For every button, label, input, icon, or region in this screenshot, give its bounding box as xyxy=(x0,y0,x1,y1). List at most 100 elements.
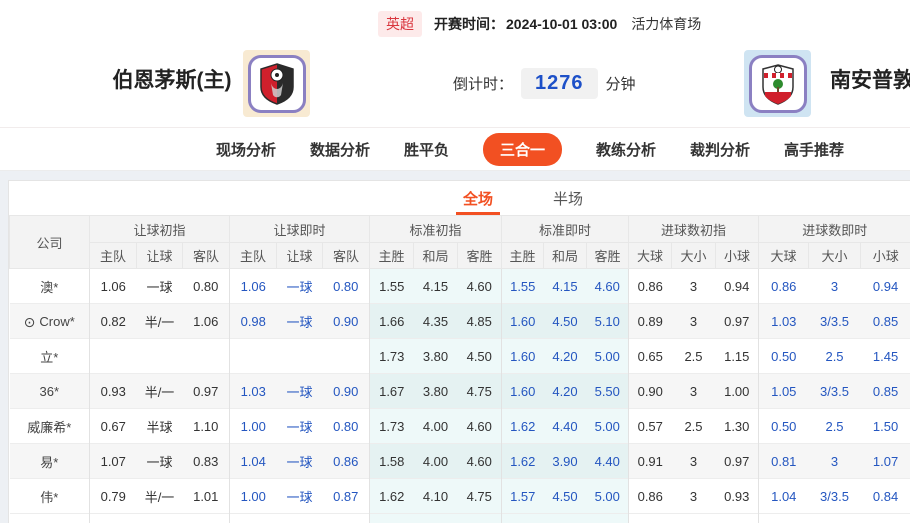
odds-cell-handicap_live-1: 一球 xyxy=(276,408,323,444)
odds-cell-handicap_live-2: 0.90 xyxy=(322,303,370,339)
crow-icon: ⊙ xyxy=(23,313,36,330)
odds-cell-empty xyxy=(182,513,230,523)
odds-cell-goals_live-2: 0.84 xyxy=(860,478,910,514)
odds-cell-goals_initial-1: 3 xyxy=(671,303,716,339)
odds-cell-empty xyxy=(89,513,137,523)
odds-cell-euro_live-1: 4.40 xyxy=(543,408,587,444)
column-header-4-0: 大球 xyxy=(628,242,672,269)
odds-cell-handicap_initial-2 xyxy=(182,338,230,374)
nav-tab-5[interactable]: 裁判分析 xyxy=(690,139,750,160)
table-row: 澳* 1.06 一球 0.80 1.06 一球 0.80 1.55 4.15 4.60 1.55 4.… xyxy=(9,268,910,304)
odds-cell-handicap_initial-1: 半/一 xyxy=(136,373,183,409)
nav-tab-1[interactable]: 数据分析 xyxy=(310,139,370,160)
odds-cell-goals_initial-1: 2.5 xyxy=(671,408,716,444)
odds-cell-euro_live-1: 3.90 xyxy=(543,443,587,479)
nav-tab-3[interactable]: 三合一 xyxy=(482,133,562,166)
odds-cell-handicap_initial-0: 1.06 xyxy=(89,268,137,304)
odds-cell-handicap_live-1: 一球 xyxy=(276,303,323,339)
odds-cell-goals_initial-2: 1.15 xyxy=(715,338,759,374)
odds-cell-handicap_initial-2: 1.06 xyxy=(182,303,230,339)
company-cell[interactable]: 立* xyxy=(9,338,90,374)
odds-cell-empty xyxy=(501,513,544,523)
home-badge-icon xyxy=(259,62,294,105)
nav-tab-4[interactable]: 教练分析 xyxy=(596,139,656,160)
odds-cell-euro_initial-2: 4.60 xyxy=(457,443,502,479)
column-header-4-2: 小球 xyxy=(714,242,759,269)
odds-cell-handicap_initial-1: 半球 xyxy=(136,408,183,444)
odds-cell-handicap_live-2: 0.80 xyxy=(322,408,370,444)
column-header-3-0: 主胜 xyxy=(501,242,544,269)
odds-cell-euro_live-1: 4.20 xyxy=(543,373,587,409)
odds-cell-handicap_live-0: 1.00 xyxy=(229,408,277,444)
odds-cell-euro_initial-2: 4.50 xyxy=(457,338,502,374)
odds-cell-euro_live-1: 4.20 xyxy=(543,338,587,374)
table-row-partial xyxy=(9,513,910,523)
odds-cell-goals_live-0: 1.04 xyxy=(758,478,809,514)
home-team-logo xyxy=(243,50,310,117)
odds-cell-euro_live-0: 1.62 xyxy=(501,408,544,444)
subtab-1[interactable]: 半场 xyxy=(553,188,583,209)
nav-tab-0[interactable]: 现场分析 xyxy=(216,139,276,160)
company-cell[interactable]: ⊙ Crow* xyxy=(9,303,90,339)
table-row: 易* 1.07 一球 0.83 1.04 一球 0.86 1.58 4.00 4.60 1.62 3.… xyxy=(9,443,910,479)
group-header-5: 进球数即时 xyxy=(758,215,910,243)
odds-cell-goals_live-2: 1.07 xyxy=(860,443,910,479)
column-header-0-2: 客队 xyxy=(182,242,230,269)
odds-table-body: 澳* 1.06 一球 0.80 1.06 一球 0.80 1.55 4.15 4.60 1.55 4.… xyxy=(9,268,910,523)
odds-cell-euro_live-2: 5.50 xyxy=(586,373,629,409)
away-team-logo xyxy=(744,50,811,117)
league-badge[interactable]: 英超 xyxy=(378,11,422,37)
odds-cell-handicap_live-0: 1.00 xyxy=(229,478,277,514)
odds-cell-handicap_live-0: 1.06 xyxy=(229,268,277,304)
group-header-4: 进球数初指 xyxy=(627,215,759,243)
odds-cell-euro_live-1: 4.15 xyxy=(543,268,587,304)
nav-tab-2[interactable]: 胜平负 xyxy=(404,139,449,160)
odds-cell-empty xyxy=(413,513,458,523)
odds-cell-empty xyxy=(758,513,809,523)
odds-cell-euro_live-2: 4.40 xyxy=(586,443,629,479)
odds-cell-euro_live-2: 5.10 xyxy=(586,303,629,339)
odds-cell-euro_live-0: 1.60 xyxy=(501,338,544,374)
odds-cell-goals_initial-1: 3 xyxy=(671,478,716,514)
odds-cell-handicap_initial-2: 1.01 xyxy=(182,478,230,514)
company-cell[interactable]: 澳* xyxy=(9,268,90,304)
column-header-1-2: 客队 xyxy=(322,242,370,269)
odds-cell-euro_initial-0: 1.66 xyxy=(369,303,414,339)
odds-cell-empty xyxy=(9,513,90,523)
odds-cell-goals_initial-0: 0.90 xyxy=(628,373,672,409)
odds-cell-handicap_initial-1: 半/一 xyxy=(136,303,183,339)
group-header-0: 让球初指 xyxy=(89,215,230,243)
odds-cell-goals_live-1: 3/3.5 xyxy=(808,303,861,339)
odds-cell-handicap_initial-0: 1.07 xyxy=(89,443,137,479)
company-cell[interactable]: 36* xyxy=(9,373,90,409)
odds-cell-empty xyxy=(276,513,323,523)
odds-cell-goals_live-1: 2.5 xyxy=(808,408,861,444)
column-header-0-1: 让球 xyxy=(136,242,183,269)
odds-cell-euro_initial-0: 1.62 xyxy=(369,478,414,514)
odds-cell-goals_initial-2: 1.00 xyxy=(715,373,759,409)
odds-cell-euro_live-1: 4.50 xyxy=(543,303,587,339)
column-header-5-0: 大球 xyxy=(758,242,809,269)
odds-cell-handicap_live-0 xyxy=(229,338,277,374)
odds-cell-goals_live-1: 3 xyxy=(808,443,861,479)
odds-cell-euro_initial-0: 1.73 xyxy=(369,338,414,374)
subtab-0[interactable]: 全场 xyxy=(455,188,501,215)
odds-cell-empty xyxy=(808,513,861,523)
odds-cell-empty xyxy=(229,513,277,523)
odds-cell-goals_live-2: 1.45 xyxy=(860,338,910,374)
countdown-unit: 分钟 xyxy=(605,76,636,93)
odds-cell-euro_initial-2: 4.75 xyxy=(457,478,502,514)
odds-cell-euro_live-2: 5.00 xyxy=(586,338,629,374)
nav-tab-6[interactable]: 高手推荐 xyxy=(784,139,844,160)
odds-cell-empty xyxy=(322,513,370,523)
odds-cell-goals_live-1: 3 xyxy=(808,268,861,304)
countdown: 倒计时： 1276 分钟 xyxy=(453,68,636,99)
company-cell[interactable]: 易* xyxy=(9,443,90,479)
column-header-4-1: 大小 xyxy=(671,242,716,269)
company-cell[interactable]: 伟* xyxy=(9,478,90,514)
odds-cell-euro_initial-0: 1.55 xyxy=(369,268,414,304)
odds-cell-euro_live-2: 5.00 xyxy=(586,478,629,514)
company-cell[interactable]: 威廉希* xyxy=(9,408,90,444)
odds-cell-euro_initial-1: 4.10 xyxy=(413,478,458,514)
odds-cell-empty xyxy=(457,513,502,523)
